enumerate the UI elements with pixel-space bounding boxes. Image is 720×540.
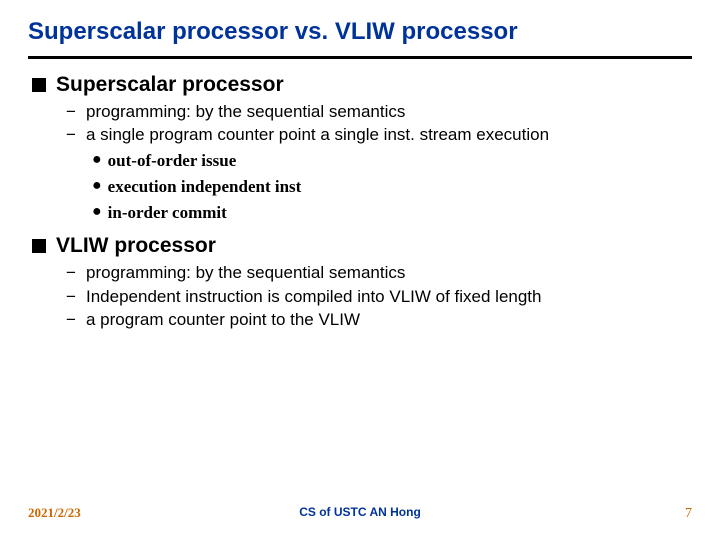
square-bullet-icon bbox=[32, 78, 46, 92]
list-item: − programming: by the sequential semanti… bbox=[66, 101, 692, 123]
title-rule bbox=[28, 56, 692, 59]
list-item: − Independent instruction is compiled in… bbox=[66, 286, 692, 308]
dash-text: Independent instruction is compiled into… bbox=[86, 286, 542, 308]
dot-text: execution independent inst bbox=[108, 176, 302, 198]
dot-text: in-order commit bbox=[108, 202, 227, 224]
dot-bullet-icon: ● bbox=[92, 150, 102, 171]
footer-page-number: 7 bbox=[685, 506, 692, 522]
dash-text: a single program counter point a single … bbox=[86, 124, 549, 146]
section-heading-text: Superscalar processor bbox=[56, 73, 284, 97]
slide-title: Superscalar processor vs. VLIW processor bbox=[28, 18, 692, 46]
list-item: − programming: by the sequential semanti… bbox=[66, 262, 692, 284]
dash-bullet-icon: − bbox=[66, 124, 78, 146]
dash-bullet-icon: − bbox=[66, 286, 78, 308]
list-item: ● out-of-order issue bbox=[92, 150, 692, 172]
dash-bullet-icon: − bbox=[66, 309, 78, 331]
dot-bullet-icon: ● bbox=[92, 202, 102, 223]
dot-list: ● out-of-order issue ● execution indepen… bbox=[92, 150, 692, 224]
dot-text: out-of-order issue bbox=[108, 150, 237, 172]
section-heading: Superscalar processor bbox=[32, 73, 692, 97]
square-bullet-icon bbox=[32, 239, 46, 253]
section-heading-text: VLIW processor bbox=[56, 234, 216, 258]
dash-text: programming: by the sequential semantics bbox=[86, 262, 405, 284]
dash-bullet-icon: − bbox=[66, 101, 78, 123]
dash-text: a program counter point to the VLIW bbox=[86, 309, 360, 331]
slide-footer: 2021/2/23 CS of USTC AN Hong 7 bbox=[0, 505, 720, 522]
list-item: − a program counter point to the VLIW bbox=[66, 309, 692, 331]
dash-text: programming: by the sequential semantics bbox=[86, 101, 405, 123]
dash-bullet-icon: − bbox=[66, 262, 78, 284]
footer-center: CS of USTC AN Hong bbox=[299, 505, 421, 519]
dash-list: − programming: by the sequential semanti… bbox=[66, 262, 692, 330]
section-heading: VLIW processor bbox=[32, 234, 692, 258]
list-item: ● execution independent inst bbox=[92, 176, 692, 198]
list-item: − a single program counter point a singl… bbox=[66, 124, 692, 146]
dot-bullet-icon: ● bbox=[92, 176, 102, 197]
dash-list: − programming: by the sequential semanti… bbox=[66, 101, 692, 146]
footer-date: 2021/2/23 bbox=[28, 505, 81, 521]
list-item: ● in-order commit bbox=[92, 202, 692, 224]
